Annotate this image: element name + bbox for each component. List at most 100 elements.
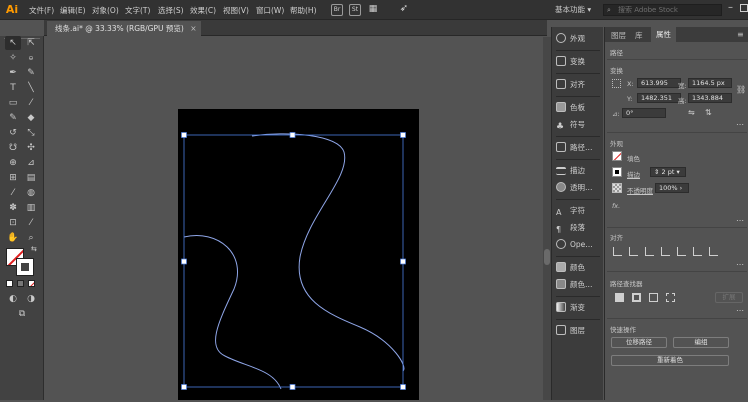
menu-window[interactable]: 窗口(W) xyxy=(256,5,284,16)
symbol-sprayer-tool-icon[interactable]: ✽ xyxy=(5,201,21,215)
rotation-field[interactable]: 0° xyxy=(622,108,666,118)
pen-tool-icon[interactable]: ✒ xyxy=(5,66,21,80)
blend-tool-icon[interactable]: ◍ xyxy=(23,186,39,200)
pathfinder-exclude-icon[interactable] xyxy=(666,293,675,302)
tab-properties[interactable]: 属性 xyxy=(651,27,676,42)
dock-stroke[interactable]: 描边 xyxy=(556,163,602,179)
align-top-icon[interactable] xyxy=(677,247,686,256)
draw-normal-icon[interactable]: ◐ xyxy=(5,292,21,306)
workspace-switcher[interactable]: 基本功能 ▾ xyxy=(555,4,591,15)
panel-menu-icon[interactable]: ≡ xyxy=(737,30,744,39)
dock-layers[interactable]: 图层 xyxy=(556,323,602,339)
wavy-path-right[interactable] xyxy=(251,133,405,372)
eyedropper-tool-icon[interactable]: ⁄ xyxy=(5,186,21,200)
stock-icon[interactable]: St xyxy=(349,4,361,16)
menu-help[interactable]: 帮助(H) xyxy=(290,5,317,16)
selection-tool-icon[interactable]: ↖ xyxy=(5,36,21,50)
flip-horizontal-icon[interactable]: ⇋ xyxy=(688,108,695,117)
paintbrush-tool-icon[interactable]: ⁄ xyxy=(23,96,39,110)
lasso-tool-icon[interactable]: ဓ xyxy=(23,51,39,65)
align-bottom-icon[interactable] xyxy=(709,247,718,256)
opacity-field[interactable]: 100% › xyxy=(655,183,689,193)
line-tool-icon[interactable]: ╲ xyxy=(23,81,39,95)
curvature-tool-icon[interactable]: ✎ xyxy=(23,66,39,80)
eraser-tool-icon[interactable]: ◆ xyxy=(23,111,39,125)
flip-vertical-icon[interactable]: ⇅ xyxy=(705,108,712,117)
gradient-tool-icon[interactable]: ▤ xyxy=(23,171,39,185)
rectangle-tool-icon[interactable]: ▭ xyxy=(5,96,21,110)
perspective-grid-tool-icon[interactable]: ⊿ xyxy=(23,156,39,170)
dock-transparency[interactable]: 透明… xyxy=(556,180,602,196)
more-options-icon[interactable]: ⋯ xyxy=(736,120,744,129)
selection-handle-middle-right[interactable] xyxy=(400,258,406,265)
fx-icon[interactable]: fx. xyxy=(612,202,620,210)
zoom-tool-icon[interactable]: ⌕ xyxy=(23,231,39,245)
vertical-scrollbar[interactable] xyxy=(543,37,551,400)
dock-align[interactable]: 对齐 xyxy=(556,77,602,93)
draw-inside-icon[interactable]: ◑ xyxy=(23,292,39,306)
align-left-icon[interactable] xyxy=(629,247,638,256)
color-mode-icon[interactable] xyxy=(6,280,13,287)
shape-builder-tool-icon[interactable]: ⊕ xyxy=(5,156,21,170)
column-graph-tool-icon[interactable]: ▥ xyxy=(23,201,39,215)
dock-swatches[interactable]: 色板 xyxy=(556,100,602,116)
recolor-button[interactable]: 重新着色 xyxy=(611,355,729,366)
wavy-path-left[interactable] xyxy=(183,235,282,390)
app-logo[interactable]: Ai xyxy=(2,2,22,18)
menu-view[interactable]: 视图(V) xyxy=(223,5,249,16)
menu-edit[interactable]: 编辑(E) xyxy=(60,5,86,16)
selection-handle-top-center[interactable] xyxy=(289,132,296,138)
selection-handle-top-right[interactable] xyxy=(400,132,406,138)
selection-bounding-box[interactable] xyxy=(183,134,404,388)
selection-handle-bottom-center[interactable] xyxy=(289,384,296,390)
appearance-more-icon[interactable]: ⋯ xyxy=(736,216,744,225)
expand-button[interactable]: 扩展 xyxy=(715,292,743,303)
menu-select[interactable]: 选择(S) xyxy=(158,5,184,16)
group-button[interactable]: 编组 xyxy=(673,337,729,348)
dock-color-guide[interactable]: 颜色… xyxy=(556,277,602,293)
direct-selection-tool-icon[interactable]: ⇱ xyxy=(23,36,39,50)
gradient-mode-icon[interactable] xyxy=(17,280,24,287)
align-horizontal-center-icon[interactable] xyxy=(645,247,654,256)
pathfinder-more-icon[interactable]: ⋯ xyxy=(736,306,744,315)
none-mode-icon[interactable] xyxy=(28,280,35,287)
menu-type[interactable]: 文字(T) xyxy=(125,5,150,16)
align-vertical-center-icon[interactable] xyxy=(693,247,702,256)
selection-handle-bottom-left[interactable] xyxy=(181,384,187,390)
dock-appearance[interactable]: 外观 xyxy=(556,31,602,47)
dock-pathfinder[interactable]: 路径… xyxy=(556,140,602,156)
stock-search-input[interactable]: ⌕ 搜索 Adobe Stock xyxy=(603,4,722,16)
free-transform-tool-icon[interactable]: ✣ xyxy=(23,141,39,155)
pathfinder-intersect-icon[interactable] xyxy=(649,293,658,302)
selection-handle-top-left[interactable] xyxy=(181,132,187,138)
bridge-icon[interactable]: Br xyxy=(331,4,343,16)
tab-layers[interactable]: 图层 xyxy=(611,30,626,41)
hand-tool-icon[interactable]: ✋ xyxy=(5,231,21,245)
menu-effect[interactable]: 效果(C) xyxy=(190,5,216,16)
scrollbar-thumb[interactable] xyxy=(544,249,550,265)
align-more-icon[interactable]: ⋯ xyxy=(736,260,744,269)
slice-tool-icon[interactable]: ⁄ xyxy=(23,216,39,230)
dock-gradient[interactable]: 渐变 xyxy=(556,300,602,316)
pathfinder-unite-icon[interactable] xyxy=(615,293,624,302)
arrange-grid-icon[interactable]: ▦ xyxy=(367,4,379,16)
x-position-field[interactable]: 613.995 xyxy=(637,78,681,88)
menu-file[interactable]: 文件(F) xyxy=(29,5,54,16)
opacity-label[interactable]: 不透明度 xyxy=(627,185,653,195)
type-tool-icon[interactable]: T xyxy=(5,81,21,95)
link-proportions-icon[interactable]: ⛓ xyxy=(736,85,746,94)
selection-handle-bottom-right[interactable] xyxy=(400,384,406,390)
swap-colors-icon[interactable]: ⇆ xyxy=(31,245,37,253)
dock-symbols[interactable]: ♣ 符号 xyxy=(556,117,602,133)
scale-tool-icon[interactable]: ⤡ xyxy=(23,126,39,140)
tab-libraries[interactable]: 库 xyxy=(635,30,643,41)
offset-path-button[interactable]: 位移路径 xyxy=(611,337,667,348)
warp-tool-icon[interactable]: ☋ xyxy=(5,141,21,155)
pathfinder-minus-front-icon[interactable] xyxy=(632,293,641,302)
stroke-weight-field[interactable]: ⇕ 2 pt ▾ xyxy=(650,167,686,177)
selection-handle-middle-left[interactable] xyxy=(181,258,187,265)
gpu-rocket-icon[interactable]: ➶ xyxy=(398,4,410,16)
close-icon[interactable]: × xyxy=(190,24,196,33)
minimize-icon[interactable]: – xyxy=(728,2,733,13)
artboard[interactable] xyxy=(178,109,419,400)
